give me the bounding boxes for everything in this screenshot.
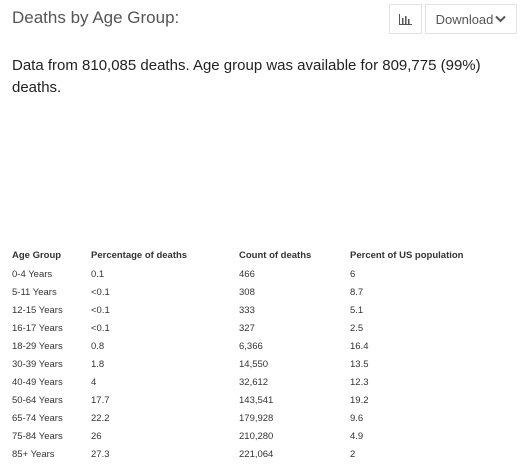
cell-age-group: 18-29 Years bbox=[12, 340, 63, 352]
deaths-by-age-panel: Deaths by Age Group: Download Data from … bbox=[0, 0, 532, 474]
table-row: 30-39 Years 1.8 14,550 13.5 bbox=[12, 355, 500, 373]
header-percentage-of-deaths: Percentage of deaths bbox=[91, 249, 188, 261]
cell-population: 6 bbox=[350, 268, 356, 280]
cell-population: 5.1 bbox=[350, 304, 364, 316]
cell-age-group: 30-39 Years bbox=[12, 358, 63, 370]
panel-title: Deaths by Age Group: bbox=[12, 8, 180, 27]
cell-age-group: 75-84 Years bbox=[12, 430, 63, 442]
table-row: 5-11 Years <0.1 308 8.7 bbox=[12, 283, 500, 301]
cell-count: 327 bbox=[239, 322, 255, 334]
cell-age-group: 0-4 Years bbox=[12, 268, 53, 280]
cell-count: 6,366 bbox=[239, 340, 263, 352]
cell-count: 308 bbox=[239, 286, 255, 298]
cell-population: 19.2 bbox=[350, 394, 369, 406]
table-row: 65-74 Years 22.2 179,928 9.6 bbox=[12, 409, 500, 427]
cell-population: 12.3 bbox=[350, 376, 369, 388]
table-row: 75-84 Years 26 210,280 4.9 bbox=[12, 427, 500, 445]
table-row: 50-64 Years 17.7 143,541 19.2 bbox=[12, 391, 500, 409]
cell-percentage: 0.1 bbox=[91, 268, 105, 280]
cell-percentage: 17.7 bbox=[91, 394, 110, 406]
cell-count: 14,550 bbox=[239, 358, 269, 370]
cell-percentage: 27.3 bbox=[91, 448, 110, 460]
header-percent-us-population: Percent of US population bbox=[350, 249, 464, 261]
cell-age-group: 5-11 Years bbox=[12, 286, 57, 298]
cell-percentage: 1.8 bbox=[91, 358, 105, 370]
download-label: Download bbox=[435, 11, 494, 27]
cell-percentage: 0.8 bbox=[91, 340, 105, 352]
cell-age-group: 50-64 Years bbox=[12, 394, 63, 406]
header-age-group: Age Group bbox=[12, 249, 62, 261]
table-header-row: Age Group Percentage of deaths Count of … bbox=[12, 245, 500, 265]
cell-population: 2.5 bbox=[350, 322, 364, 334]
data-summary: Data from 810,085 deaths. Age group was … bbox=[12, 57, 481, 96]
chart-view-button[interactable] bbox=[389, 4, 422, 34]
cell-percentage: 22.2 bbox=[91, 412, 110, 424]
cell-count: 221,064 bbox=[239, 448, 274, 460]
cell-population: 2 bbox=[350, 448, 356, 460]
cell-percentage: <0.1 bbox=[91, 304, 110, 316]
cell-count: 143,541 bbox=[239, 394, 274, 406]
table-row: 12-15 Years <0.1 333 5.1 bbox=[12, 301, 500, 319]
cell-population: 8.7 bbox=[350, 286, 364, 298]
table-row: 0-4 Years 0.1 466 6 bbox=[12, 265, 500, 283]
cell-age-group: 16-17 Years bbox=[12, 322, 63, 334]
chevron-down-icon bbox=[495, 15, 507, 23]
download-button[interactable]: Download bbox=[425, 4, 517, 34]
cell-count: 210,280 bbox=[239, 430, 274, 442]
cell-population: 9.6 bbox=[350, 412, 364, 424]
cell-age-group: 65-74 Years bbox=[12, 412, 63, 424]
cell-count: 32,612 bbox=[239, 376, 269, 388]
cell-age-group: 12-15 Years bbox=[12, 304, 63, 316]
bar-chart-icon bbox=[399, 13, 412, 25]
cell-percentage: <0.1 bbox=[91, 322, 110, 334]
cell-count: 466 bbox=[239, 268, 255, 280]
cell-percentage: <0.1 bbox=[91, 286, 110, 298]
cell-age-group: 40-49 Years bbox=[12, 376, 63, 388]
cell-percentage: 4 bbox=[91, 376, 97, 388]
table-body: 0-4 Years 0.1 466 6 5-11 Years <0.1 308 … bbox=[12, 265, 500, 463]
cell-population: 16.4 bbox=[350, 340, 369, 352]
cell-percentage: 26 bbox=[91, 430, 102, 442]
header-count-of-deaths: Count of deaths bbox=[239, 249, 312, 261]
cell-population: 13.5 bbox=[350, 358, 369, 370]
cell-count: 179,928 bbox=[239, 412, 274, 424]
cell-count: 333 bbox=[239, 304, 255, 316]
table-row: 18-29 Years 0.8 6,366 16.4 bbox=[12, 337, 500, 355]
cell-population: 4.9 bbox=[350, 430, 364, 442]
table-row: 40-49 Years 4 32,612 12.3 bbox=[12, 373, 500, 391]
cell-age-group: 85+ Years bbox=[12, 448, 55, 460]
table-row: 85+ Years 27.3 221,064 2 bbox=[12, 445, 500, 463]
table-row: 16-17 Years <0.1 327 2.5 bbox=[12, 319, 500, 337]
age-group-table: Age Group Percentage of deaths Count of … bbox=[12, 245, 500, 463]
